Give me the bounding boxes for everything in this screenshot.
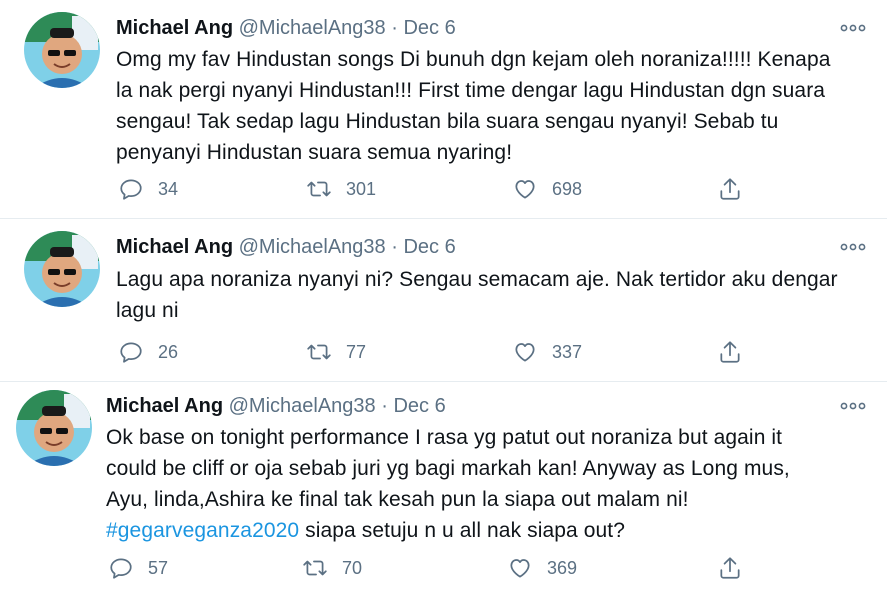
separator-dot: · [381, 395, 388, 417]
reply-count: 57 [148, 557, 169, 578]
share-icon [720, 178, 740, 200]
retweet-count: 301 [346, 178, 377, 199]
display-name[interactable]: Michael Ang [116, 17, 233, 39]
like-count: 369 [547, 557, 578, 578]
tweet-line: sengau! Tak sedap lagu Hindustan bila su… [116, 110, 779, 133]
reply-count: 34 [158, 178, 179, 199]
tweet-2[interactable]: Michael Ang @MichaelAng38 · Dec 6 Lagu a… [0, 219, 887, 381]
tweet-line-rest: siapa setuju n u all nak siapa out? [299, 519, 626, 542]
timestamp[interactable]: Dec 6 [403, 236, 455, 258]
separator-dot: · [391, 17, 398, 39]
tweet-line: could be cliff or oja sebab juri yg bagi… [106, 457, 790, 480]
tweet-line: Omg my fav Hindustan songs Di bunuh dgn … [116, 48, 831, 71]
reply-icon [120, 342, 142, 363]
avatar[interactable] [24, 231, 100, 307]
more-icon[interactable] [839, 396, 867, 416]
timestamp[interactable]: Dec 6 [393, 395, 445, 417]
share-button[interactable] [717, 337, 757, 367]
avatar[interactable] [24, 12, 100, 88]
reply-icon [120, 179, 142, 200]
tweet-line: #gegarveganza2020 siapa setuju n u all n… [106, 515, 790, 546]
handle[interactable]: @MichaelAng38 [229, 395, 376, 417]
share-button[interactable] [717, 553, 757, 583]
tweet-line: la nak pergi nyanyi Hindustan!!! First t… [116, 79, 826, 102]
retweet-icon [307, 181, 331, 197]
tweet-line: Ayu, linda,Ashira ke final tak kesah pun… [106, 488, 689, 511]
handle[interactable]: @MichaelAng38 [239, 17, 386, 39]
share-icon [720, 557, 740, 579]
reply-icon [110, 558, 132, 579]
like-button[interactable]: 698 [512, 174, 582, 204]
tweet-3[interactable]: Michael Ang @MichaelAng38 · Dec 6 Ok bas… [0, 382, 887, 592]
retweet-button[interactable]: 301 [306, 174, 376, 204]
like-count: 698 [552, 178, 583, 199]
heart-icon [510, 559, 530, 578]
handle[interactable]: @MichaelAng38 [239, 236, 386, 258]
tweet-text: Ok base on tonight performance I rasa yg… [106, 422, 790, 546]
timestamp[interactable]: Dec 6 [403, 17, 455, 39]
tweet-line: lagu ni [116, 299, 179, 322]
heart-icon [515, 343, 535, 362]
retweet-button[interactable]: 70 [302, 553, 362, 583]
tweet-line: Lagu apa noraniza nyanyi ni? Sengau sema… [116, 268, 838, 291]
more-icon[interactable] [839, 237, 867, 257]
tweet-1[interactable]: Michael Ang @MichaelAng38 · Dec 6 Omg my… [0, 0, 887, 218]
retweet-button[interactable]: 77 [306, 337, 366, 367]
tweet-text: Lagu apa noraniza nyanyi ni? Sengau sema… [116, 264, 838, 326]
retweet-icon [303, 560, 327, 576]
retweet-count: 77 [346, 341, 367, 362]
share-button[interactable] [717, 174, 757, 204]
tweet-text: Omg my fav Hindustan songs Di bunuh dgn … [116, 44, 831, 168]
reply-button[interactable]: 26 [118, 337, 178, 367]
like-button[interactable]: 337 [512, 337, 582, 367]
separator-dot: · [391, 236, 398, 258]
avatar[interactable] [16, 390, 92, 466]
tweet-line: Ok base on tonight performance I rasa yg… [106, 426, 783, 449]
like-button[interactable]: 369 [507, 553, 577, 583]
more-icon[interactable] [839, 18, 867, 38]
display-name[interactable]: Michael Ang [106, 395, 223, 417]
tweet-line: penyanyi Hindustan suara semua nyaring! [116, 141, 513, 164]
heart-icon [515, 180, 535, 199]
reply-button[interactable]: 57 [108, 553, 168, 583]
like-count: 337 [552, 341, 583, 362]
retweet-count: 70 [342, 557, 363, 578]
reply-button[interactable]: 34 [118, 174, 178, 204]
display-name[interactable]: Michael Ang [116, 236, 233, 258]
share-icon [720, 341, 740, 363]
hashtag-link[interactable]: #gegarveganza2020 [106, 519, 299, 542]
retweet-icon [307, 344, 331, 360]
reply-count: 26 [158, 341, 179, 362]
